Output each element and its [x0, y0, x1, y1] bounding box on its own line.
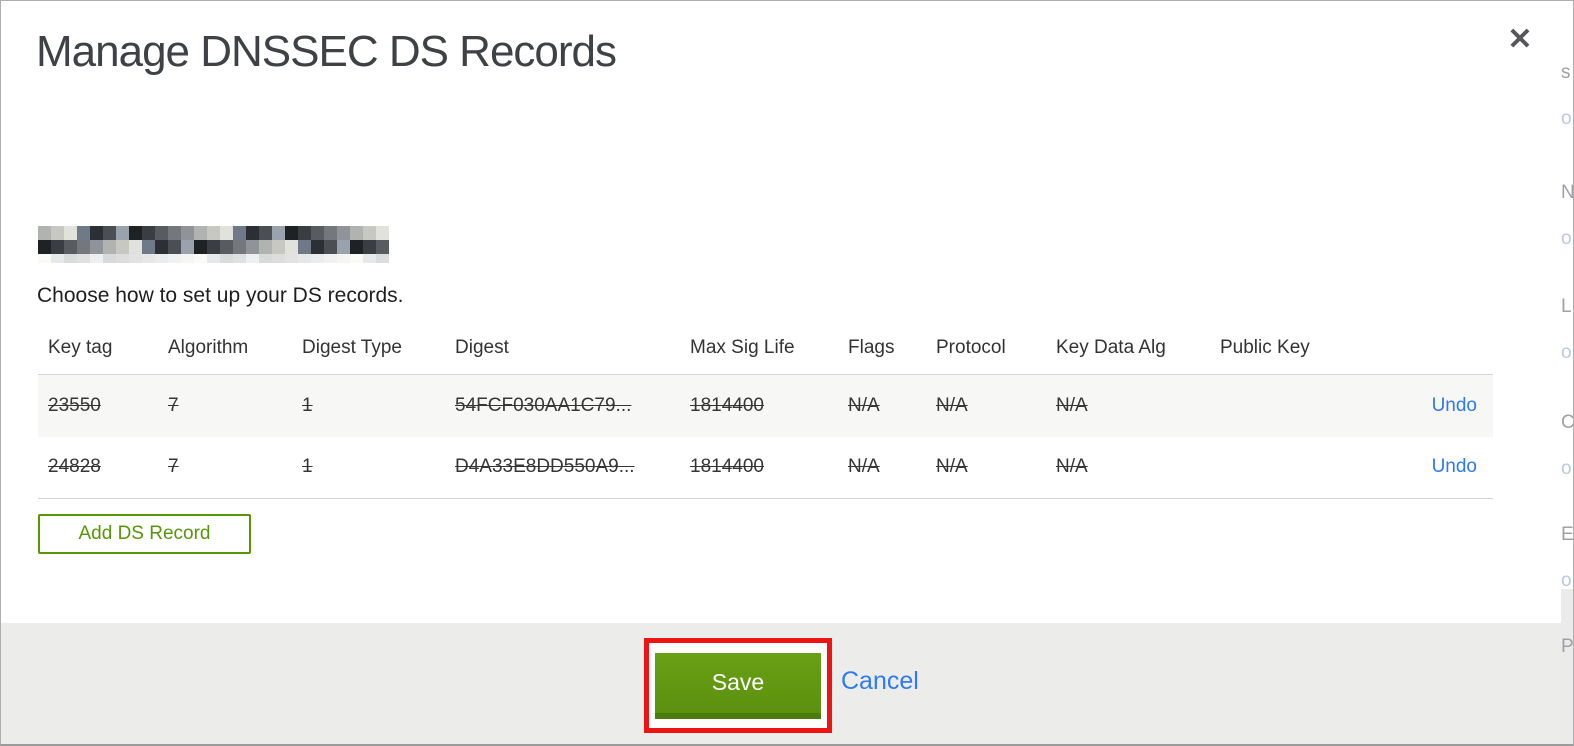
cell-protocol: N/A — [936, 456, 968, 478]
column-header-max-sig-life: Max Sig Life — [680, 333, 838, 375]
ds-record-row: 24828 7 1 D4A33E8DD550A9... 1814400 N/A … — [38, 436, 1493, 499]
modal-footer: Save Cancel — [1, 623, 1561, 744]
column-header-flags: Flags — [838, 333, 926, 375]
background-text-fragment: o — [1561, 458, 1572, 479]
column-header-algorithm: Algorithm — [158, 333, 292, 375]
dnssec-ds-records-modal: Manage DNSSEC DS Records ✕ Choose how to… — [1, 1, 1562, 744]
background-text-fragment: C — [1561, 413, 1573, 432]
cell-key-tag: 24828 — [48, 456, 101, 478]
undo-link[interactable]: Undo — [1432, 456, 1477, 477]
column-header-key-tag: Key tag — [38, 333, 158, 375]
cell-max-sig-life: 1814400 — [690, 456, 764, 478]
redacted-domain-name — [38, 226, 389, 263]
cell-protocol: N/A — [936, 394, 968, 416]
background-text-fragment: E — [1561, 524, 1573, 545]
cell-digest: 54FCF030AA1C79... — [455, 394, 632, 416]
cell-key-data-alg: N/A — [1056, 456, 1088, 478]
background-text-fragment: L — [1561, 296, 1572, 317]
cell-digest-type: 1 — [302, 456, 313, 478]
table-header-row: Key tag Algorithm Digest Type Digest Max… — [38, 333, 1493, 375]
save-button[interactable]: Save — [655, 652, 821, 719]
cell-flags: N/A — [848, 394, 880, 416]
cell-digest-type: 1 — [302, 394, 313, 416]
cell-digest: D4A33E8DD550A9... — [455, 456, 635, 478]
cell-algorithm: 7 — [168, 394, 179, 416]
column-header-key-data-alg: Key Data Alg — [1046, 333, 1210, 375]
background-text-fragment: N — [1561, 183, 1573, 202]
instruction-text: Choose how to set up your DS records. — [37, 284, 404, 307]
column-header-actions — [1350, 333, 1493, 375]
cell-key-data-alg: N/A — [1056, 394, 1088, 416]
column-header-digest: Digest — [445, 333, 680, 375]
column-header-digest-type: Digest Type — [292, 333, 445, 375]
ds-records-table: Key tag Algorithm Digest Type Digest Max… — [38, 333, 1493, 499]
screenshot-frame: Manage DNSSEC DS Records ✕ Choose how to… — [0, 0, 1574, 746]
background-text-fragment: o — [1561, 108, 1572, 129]
add-ds-record-button[interactable]: Add DS Record — [38, 514, 251, 554]
page-title: Manage DNSSEC DS Records — [36, 27, 617, 76]
background-text-fragment: P — [1561, 636, 1573, 657]
cell-algorithm: 7 — [168, 456, 179, 478]
close-icon[interactable]: ✕ — [1499, 19, 1541, 61]
annotation-highlight-box: Save — [644, 638, 832, 733]
cell-flags: N/A — [848, 456, 880, 478]
cell-max-sig-life: 1814400 — [690, 394, 764, 416]
undo-link[interactable]: Undo — [1432, 395, 1477, 416]
background-text-fragment: s — [1561, 62, 1571, 83]
background-text-fragment: o — [1561, 228, 1572, 249]
cell-key-tag: 23550 — [48, 394, 101, 416]
background-text-fragment: o — [1561, 570, 1572, 591]
background-text-fragment: o — [1561, 342, 1572, 363]
ds-record-row: 23550 7 1 54FCF030AA1C79... 1814400 N/A … — [38, 374, 1493, 437]
cancel-link[interactable]: Cancel — [841, 667, 919, 696]
column-header-protocol: Protocol — [926, 333, 1046, 375]
column-header-public-key: Public Key — [1210, 333, 1350, 375]
background-page-sliver: s o No Lo Co Eo P — [1561, 1, 1573, 744]
